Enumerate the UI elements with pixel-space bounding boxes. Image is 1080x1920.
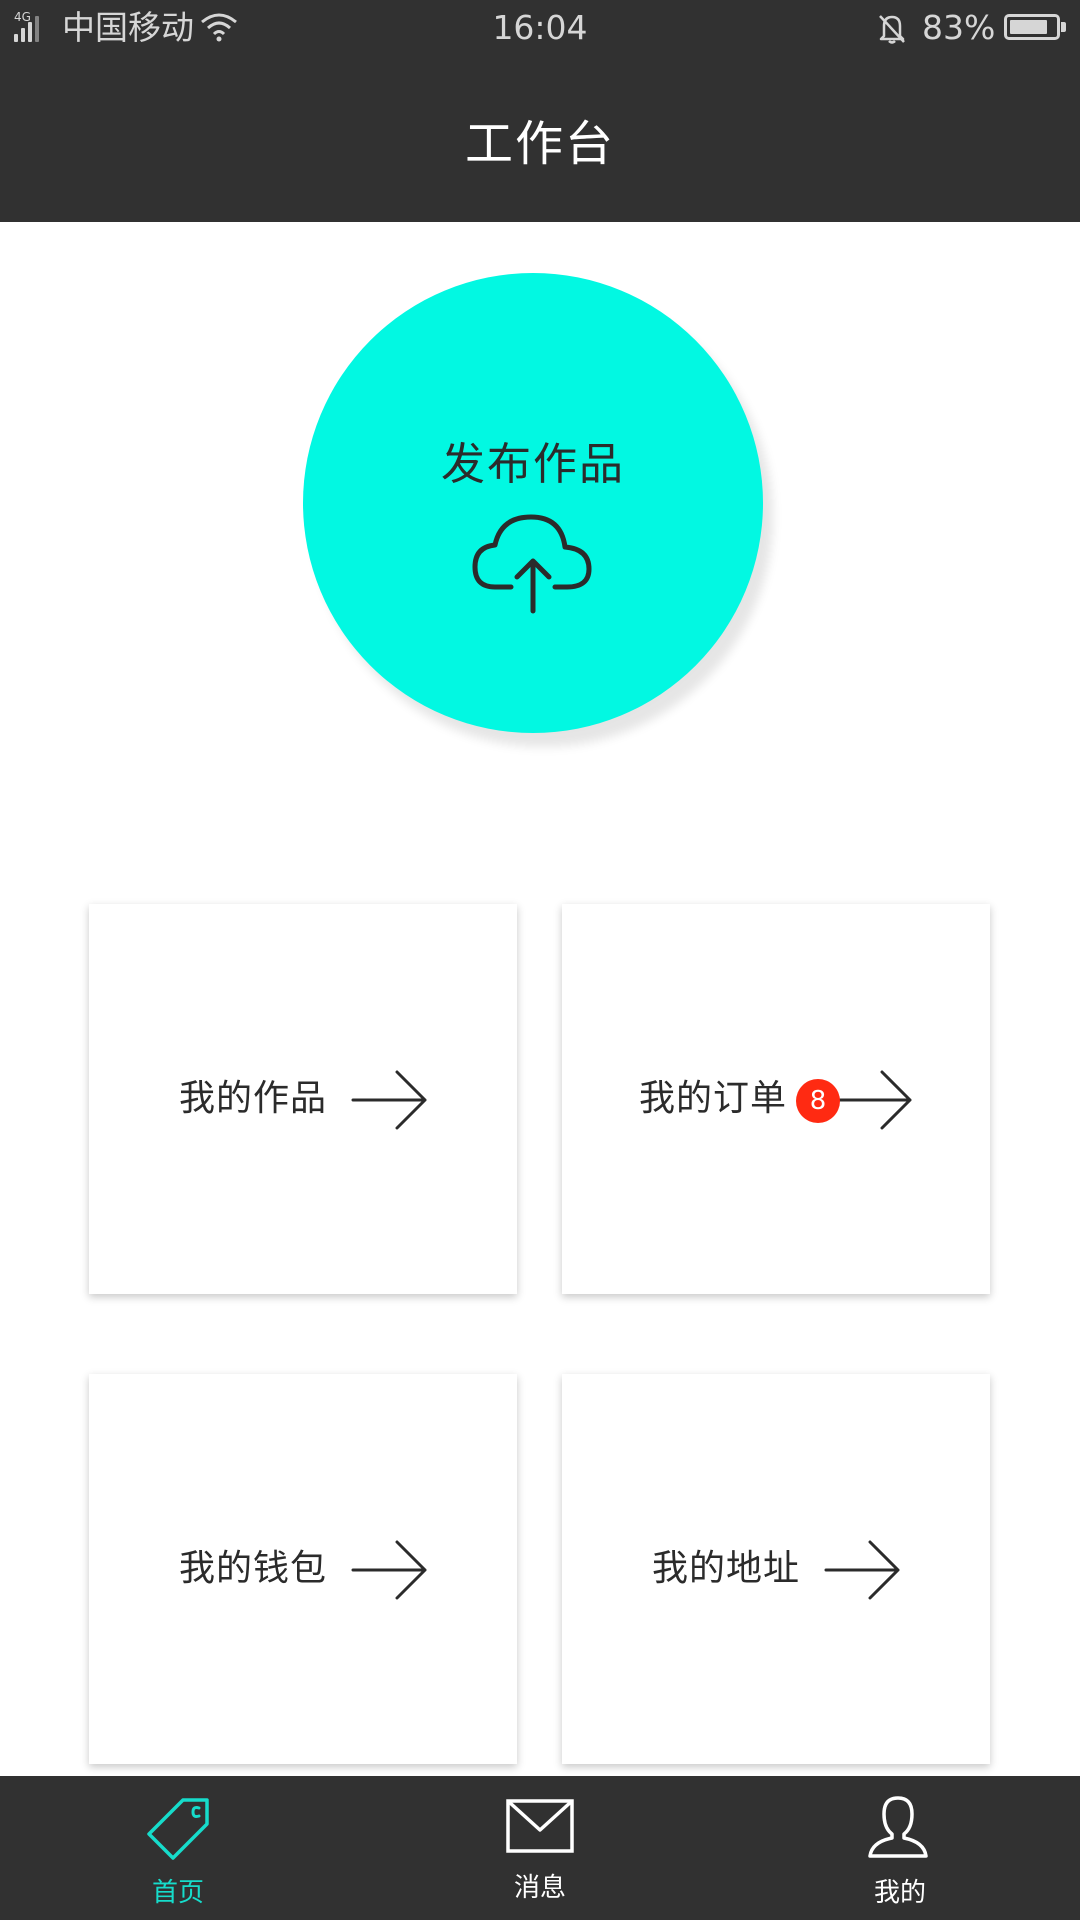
order-count-badge: 8 xyxy=(796,1079,840,1123)
arrow-right-icon xyxy=(351,1068,429,1136)
arrow-right-icon xyxy=(351,1538,429,1606)
publish-work-button[interactable]: 发布作品 xyxy=(303,273,763,733)
my-wallet-label: 我的钱包 xyxy=(179,1548,328,1589)
my-orders-label: 我的订单 xyxy=(639,1078,788,1119)
user-icon xyxy=(866,1794,930,1864)
my-wallet-card[interactable]: 我的钱包 xyxy=(89,1374,517,1764)
publish-label: 发布作品 xyxy=(441,439,625,490)
my-works-card[interactable]: 我的作品 xyxy=(89,904,517,1294)
tab-messages-label: 消息 xyxy=(513,1873,566,1903)
tab-profile-label: 我的 xyxy=(873,1878,926,1908)
arrow-right-icon xyxy=(836,1068,914,1136)
tab-home-label: 首页 xyxy=(151,1878,204,1908)
my-works-label: 我的作品 xyxy=(179,1078,328,1119)
battery-percent: 83% xyxy=(922,8,996,47)
arrow-right-icon xyxy=(824,1538,902,1606)
envelope-icon xyxy=(505,1798,575,1858)
status-bar: 4G 中国移动 16:04 83% xyxy=(0,0,1080,56)
my-address-card[interactable]: 我的地址 xyxy=(562,1374,990,1764)
tab-messages[interactable]: 消息 xyxy=(360,1776,720,1920)
my-orders-card[interactable]: 我的订单 8 xyxy=(562,904,990,1294)
tab-profile[interactable]: 我的 xyxy=(720,1776,1080,1920)
tab-home[interactable]: 首页 xyxy=(0,1776,360,1920)
app-header: 工作台 xyxy=(0,56,1080,222)
bell-muted-icon xyxy=(876,12,908,48)
clock: 16:04 xyxy=(492,8,588,47)
bottom-tab-bar: 首页 消息 我的 xyxy=(0,1776,1080,1920)
battery-icon xyxy=(1004,14,1066,40)
my-address-label: 我的地址 xyxy=(652,1548,801,1589)
page-title: 工作台 xyxy=(464,116,615,172)
cloud-upload-icon xyxy=(471,511,595,619)
tag-icon xyxy=(143,1794,213,1868)
